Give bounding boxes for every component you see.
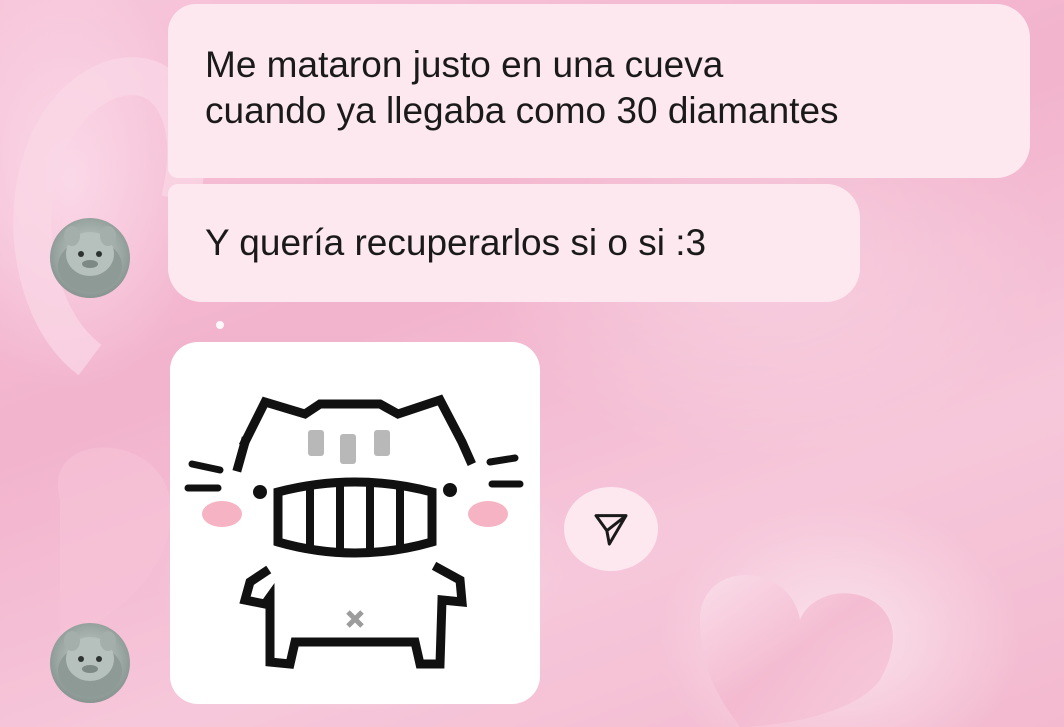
avatar[interactable]: [50, 218, 130, 298]
message-text: Me mataron justo en una cueva: [205, 44, 724, 85]
send-paper-plane-icon: [594, 514, 628, 546]
avatar-image: [58, 631, 122, 697]
message-text: Y quería recuperarlos si o si :3: [205, 222, 707, 263]
share-button[interactable]: [564, 487, 658, 571]
cat-grin-sticker: [184, 394, 524, 669]
avatar-image: [58, 226, 122, 292]
sticker-message[interactable]: [170, 342, 540, 704]
message-text: cuando ya llegaba como 30 diamantes: [205, 90, 839, 131]
avatar[interactable]: [50, 623, 130, 703]
message-bubble[interactable]: Me mataron justo en una cueva cuando ya …: [168, 4, 1030, 178]
message-bubble[interactable]: Y quería recuperarlos si o si :3: [168, 184, 860, 302]
